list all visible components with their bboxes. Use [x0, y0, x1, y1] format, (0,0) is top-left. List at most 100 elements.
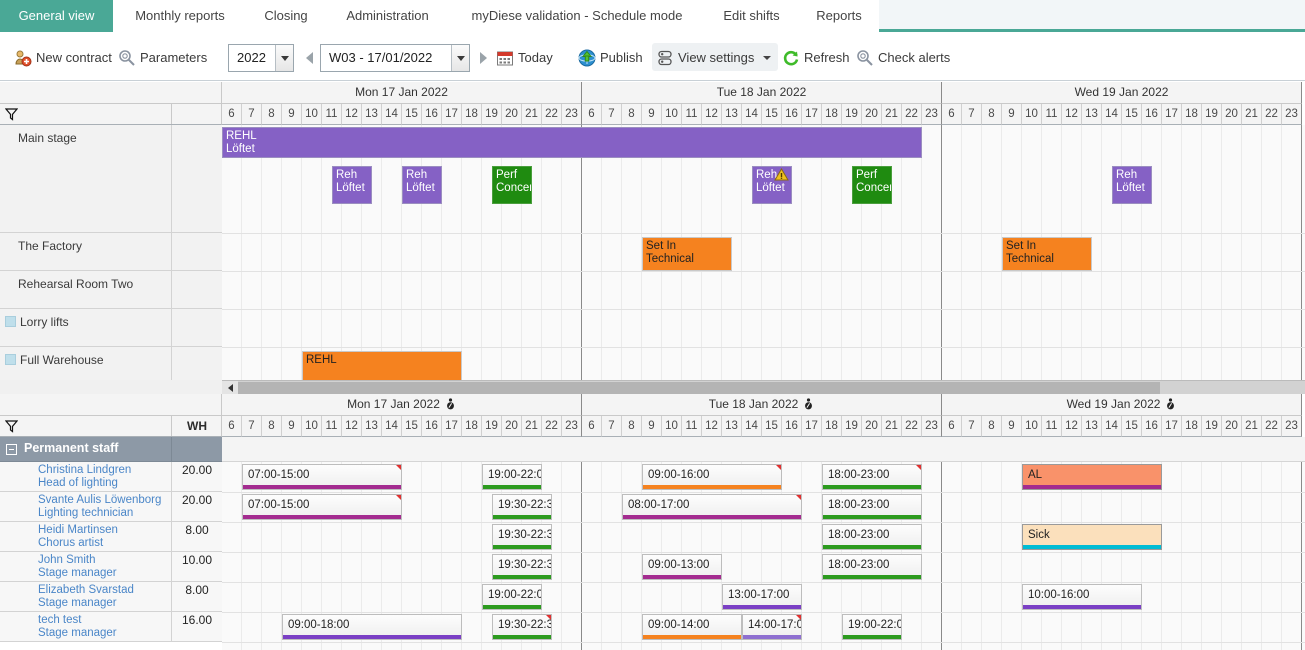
resource-row[interactable]: Main stage	[0, 125, 222, 233]
shift-chip[interactable]: 07:00-15:00	[242, 464, 402, 490]
tab-monthly-reports[interactable]: Monthly reports	[113, 0, 247, 32]
grid-cell[interactable]	[282, 125, 302, 394]
staff-timeline[interactable]: Mon 17 Jan 2022 6 7 8 9 10 11 12 13 14 15 16 17 18 19 2…	[222, 394, 1305, 650]
shift-chip[interactable]: 09:00-13:00	[642, 554, 722, 580]
chevron-down-icon[interactable]	[275, 45, 293, 71]
check-alerts-button[interactable]: Check alerts	[856, 45, 950, 71]
view-settings-button[interactable]: View settings	[656, 45, 754, 71]
grid-cell[interactable]	[1162, 125, 1182, 394]
staff-row[interactable]: Christina Lindgren Head of lighting 20.00	[0, 462, 222, 492]
grid-cell[interactable]	[962, 437, 982, 650]
shift-chip[interactable]: 09:00-16:00	[642, 464, 782, 490]
shift-chip[interactable]: 18:00-23:00	[822, 494, 922, 520]
grid-cell[interactable]	[1182, 437, 1202, 650]
resource-row[interactable]: Rehearsal Room Two	[0, 271, 222, 309]
scroll-left-button[interactable]	[222, 381, 238, 394]
grid-cell[interactable]	[462, 437, 482, 650]
shift-chip[interactable]: 19:30-22:30	[492, 524, 552, 550]
schedule-event[interactable]: PerfConcert M	[492, 166, 532, 204]
grid-cell[interactable]	[822, 125, 842, 394]
tab-edit-shifts[interactable]: Edit shifts	[704, 0, 799, 32]
shift-chip[interactable]: 19:00-22:00	[482, 464, 542, 490]
year-select[interactable]: 2022	[228, 44, 294, 72]
staff-row[interactable]: Svante Aulis Löwenborg Lighting technicia…	[0, 492, 222, 522]
shift-chip[interactable]: 19:30-22:30	[492, 494, 552, 520]
grid-cell[interactable]	[1262, 125, 1282, 394]
resource-timeline[interactable]: Mon 17 Jan 2022 6 7 8 9 10 11 12 13 14 15 16 17 18 19 2…	[222, 82, 1305, 394]
grid-cell[interactable]	[562, 125, 582, 394]
schedule-event[interactable]: REHL Löftet	[222, 127, 922, 158]
staff-row[interactable]: Heidi Martinsen Chorus artist 8.00	[0, 522, 222, 552]
prev-week-button[interactable]	[305, 51, 317, 65]
schedule-event[interactable]: PerfConcert M	[852, 166, 892, 204]
grid-cell[interactable]	[982, 437, 1002, 650]
grid-cell[interactable]	[942, 437, 962, 650]
shift-chip[interactable]: 19:30-22:30	[492, 554, 552, 580]
next-week-button[interactable]	[478, 51, 490, 65]
refresh-button[interactable]: Refresh	[782, 45, 850, 71]
grid-cell[interactable]	[922, 437, 942, 650]
grid-cell[interactable]	[982, 125, 1002, 394]
shift-chip[interactable]: 19:00-22:00	[842, 614, 902, 640]
grid-cell[interactable]	[1262, 437, 1282, 650]
staff-filter-row[interactable]: WH	[0, 416, 222, 437]
resource-row[interactable]: The Factory	[0, 233, 222, 271]
shift-chip[interactable]: 19:00-22:00	[482, 584, 542, 610]
staff-row[interactable]: Elizabeth Svarstad Stage manager 8.00	[0, 582, 222, 612]
grid-cell[interactable]	[1202, 437, 1222, 650]
tab-closing[interactable]: Closing	[247, 0, 325, 32]
grid-cell[interactable]	[902, 125, 922, 394]
grid-cell[interactable]	[942, 125, 962, 394]
shift-chip[interactable]: 07:00-15:00	[242, 494, 402, 520]
person-availability-icon[interactable]	[803, 396, 814, 417]
shift-chip[interactable]: 14:00-17:00	[742, 614, 802, 640]
schedule-event[interactable]: Reh Löftet	[332, 166, 372, 204]
grid-cell[interactable]	[962, 125, 982, 394]
collapse-toggle-icon[interactable]	[6, 444, 17, 455]
shift-chip[interactable]: 18:00-23:00	[822, 554, 922, 580]
shift-chip[interactable]: 08:00-17:00	[622, 494, 802, 520]
grid-cell[interactable]	[462, 125, 482, 394]
resource-filter-row[interactable]	[0, 104, 222, 125]
grid-cell[interactable]	[802, 125, 822, 394]
shift-chip[interactable]: 09:00-18:00	[282, 614, 462, 640]
shift-chip[interactable]: 19:30-22:30	[492, 614, 552, 640]
schedule-event[interactable]: Reh Löftet	[752, 166, 792, 204]
grid-cell[interactable]	[242, 125, 262, 394]
today-button[interactable]: Today	[496, 45, 553, 71]
grid-cell[interactable]	[582, 437, 602, 650]
grid-cell[interactable]	[1002, 437, 1022, 650]
grid-cell[interactable]	[602, 437, 622, 650]
staff-group-row[interactable]: Permanent staff	[0, 437, 222, 462]
filter-icon[interactable]	[4, 420, 19, 433]
week-select[interactable]: W03 - 17/01/2022	[320, 44, 470, 72]
grid-cell[interactable]	[1222, 437, 1242, 650]
person-availability-icon[interactable]	[445, 396, 456, 417]
grid-cell[interactable]	[262, 125, 282, 394]
shift-chip[interactable]: 10:00-16:00	[1022, 584, 1142, 610]
grid-cell[interactable]	[922, 125, 942, 394]
shift-chip[interactable]: AL	[1022, 464, 1162, 490]
tab-reports[interactable]: Reports	[799, 0, 879, 32]
chevron-down-icon[interactable]	[763, 56, 771, 60]
chevron-down-icon[interactable]	[451, 45, 469, 71]
shift-chip[interactable]: Sick	[1022, 524, 1162, 550]
resource-hscrollbar[interactable]	[222, 380, 1305, 394]
grid-cell[interactable]	[1202, 125, 1222, 394]
scroll-thumb[interactable]	[238, 382, 1160, 394]
schedule-event[interactable]: Set In Technical	[642, 237, 732, 271]
grid-cell[interactable]	[1242, 125, 1262, 394]
tab-mydiese-validation-schedule-mode[interactable]: myDiese validation - Schedule mode	[450, 0, 704, 32]
schedule-event[interactable]: Set In Technical	[1002, 237, 1092, 271]
tab-administration[interactable]: Administration	[325, 0, 450, 32]
parameters-button[interactable]: Parameters	[118, 45, 207, 71]
grid-cell[interactable]	[542, 125, 562, 394]
grid-cell[interactable]	[1242, 437, 1262, 650]
shift-chip[interactable]: 13:00-17:00	[722, 584, 802, 610]
schedule-event[interactable]: Reh Löftet	[1112, 166, 1152, 204]
filter-icon[interactable]	[4, 108, 19, 121]
publish-button[interactable]: Publish	[578, 45, 643, 71]
grid-cell[interactable]	[222, 125, 242, 394]
schedule-event[interactable]: Reh Löftet	[402, 166, 442, 204]
staff-row[interactable]: tech test Stage manager 16.00	[0, 612, 222, 642]
